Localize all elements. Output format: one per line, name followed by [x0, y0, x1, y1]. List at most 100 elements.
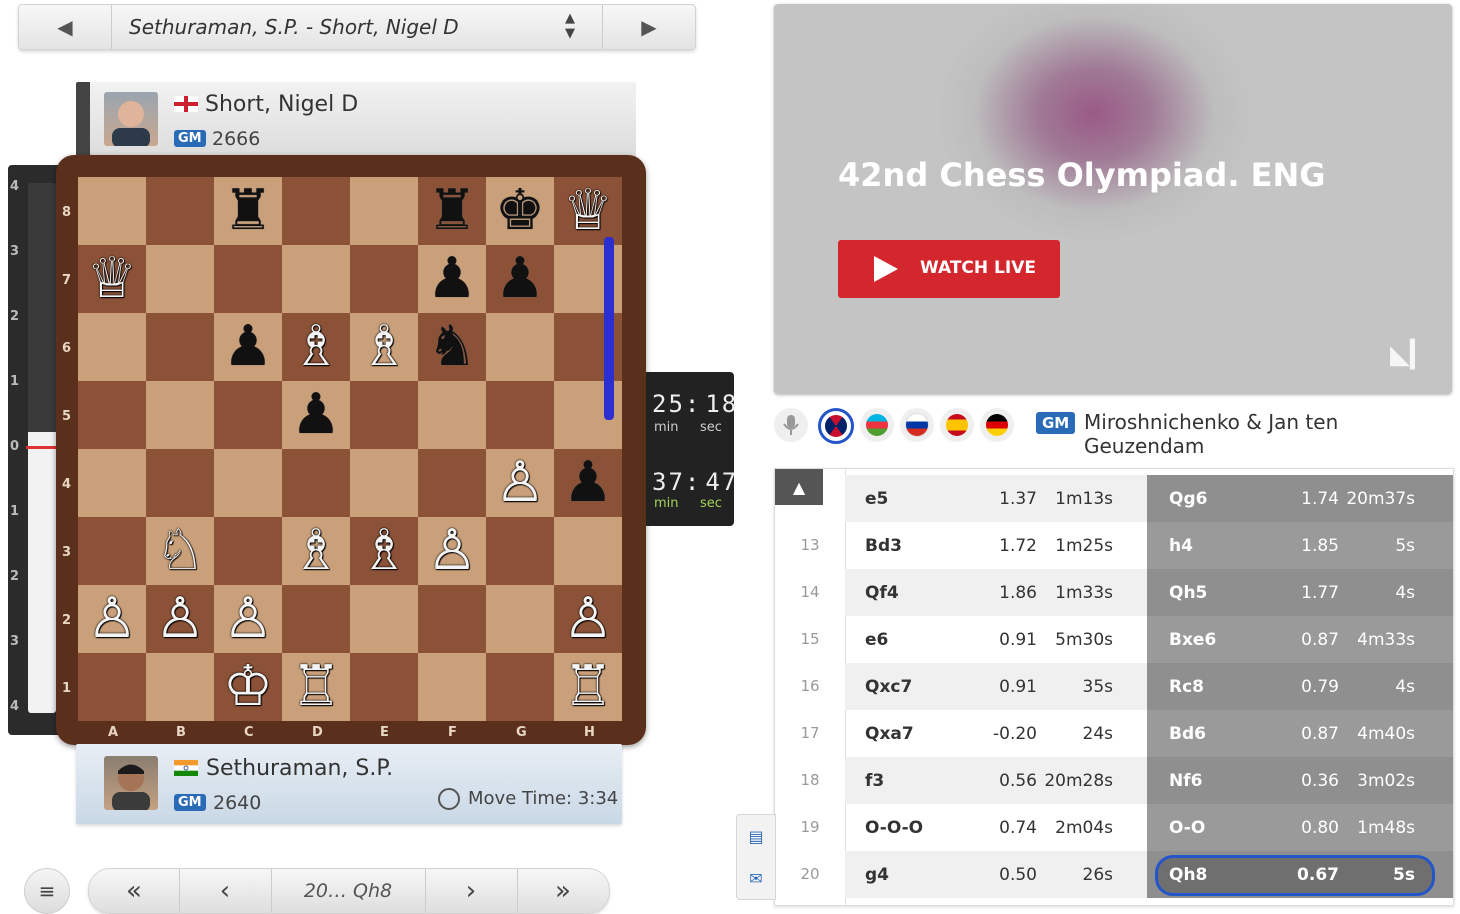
square-d1[interactable]: ♖ [282, 653, 350, 721]
square-b1[interactable] [146, 653, 214, 721]
square-e6[interactable]: ♗ [350, 313, 418, 381]
white-move-cell[interactable]: f3 0.56 20m28s [845, 757, 1147, 804]
square-e7[interactable] [350, 245, 418, 313]
piece-h1[interactable]: ♖ [563, 659, 613, 715]
notation-list-icon[interactable]: ▤ [737, 815, 775, 857]
square-c5[interactable] [214, 381, 282, 449]
black-move-cell[interactable]: h4 1.85 5s [1147, 522, 1453, 569]
square-g2[interactable] [486, 585, 554, 653]
square-g6[interactable] [486, 313, 554, 381]
piece-f8[interactable]: ♜ [427, 183, 477, 239]
piece-d5[interactable]: ♟ [291, 387, 341, 443]
white-move-cell[interactable]: e5 1.37 1m13s [845, 475, 1147, 522]
last-move-button[interactable]: » [517, 869, 609, 913]
square-d5[interactable]: ♟ [282, 381, 350, 449]
next-game-button[interactable]: ▶ [602, 5, 695, 49]
piece-h8[interactable]: ♕ [563, 183, 613, 239]
square-b7[interactable] [146, 245, 214, 313]
sort-updown-icon[interactable]: ▲ ▼ [565, 11, 575, 41]
square-f2[interactable] [418, 585, 486, 653]
piece-c6[interactable]: ♟ [223, 319, 273, 375]
menu-button[interactable]: ≡ [24, 868, 70, 914]
watch-live-button[interactable]: WATCH LIVE [838, 240, 1060, 298]
piece-g4[interactable]: ♙ [495, 455, 545, 511]
square-e8[interactable] [350, 177, 418, 245]
square-g3[interactable] [486, 517, 554, 585]
piece-h2[interactable]: ♙ [563, 591, 613, 647]
white-move-cell[interactable]: Qxa7 -0.20 24s [845, 710, 1147, 757]
black-move-cell[interactable]: Nf6 0.36 3m02s [1147, 757, 1453, 804]
piece-a2[interactable]: ♙ [87, 591, 137, 647]
next-move-button[interactable]: › [425, 869, 518, 913]
square-h4[interactable]: ♟ [554, 449, 622, 517]
square-e2[interactable] [350, 585, 418, 653]
square-d6[interactable]: ♗ [282, 313, 350, 381]
piece-e3[interactable]: ♗ [359, 523, 409, 579]
piece-g7[interactable]: ♟ [495, 251, 545, 307]
square-a1[interactable] [78, 653, 146, 721]
square-d3[interactable]: ♗ [282, 517, 350, 585]
piece-f7[interactable]: ♟ [427, 251, 477, 307]
square-a7[interactable]: ♕ [78, 245, 146, 313]
piece-c1[interactable]: ♔ [223, 659, 273, 715]
piece-g8[interactable]: ♚ [495, 183, 545, 239]
piece-a7[interactable]: ♕ [87, 251, 137, 307]
square-c3[interactable] [214, 517, 282, 585]
square-a3[interactable] [78, 517, 146, 585]
square-g1[interactable] [486, 653, 554, 721]
square-c4[interactable] [214, 449, 282, 517]
piece-f6[interactable]: ♞ [427, 319, 477, 375]
black-move-cell[interactable]: Rc8 0.79 4s [1147, 663, 1453, 710]
scroll-up-button[interactable]: ▲ [775, 469, 823, 505]
chess-board[interactable]: ♜ ♜ ♚ ♕ ♕ ♟ ♟ ♟ ♗ ♗ ♞ ♟ ♙ ♟ ♘ ♗ ♗ ♙ ♙ ♙ ♙ ♙ ♔ ♖ ♖ [78, 177, 622, 721]
square-f5[interactable] [418, 381, 486, 449]
square-d4[interactable] [282, 449, 350, 517]
square-c1[interactable]: ♔ [214, 653, 282, 721]
piece-c8[interactable]: ♜ [223, 183, 273, 239]
square-a2[interactable]: ♙ [78, 585, 146, 653]
square-b5[interactable] [146, 381, 214, 449]
game-selector[interactable]: ◀ Sethuraman, S.P. - Short, Nigel D ▲ ▼ ▶ [18, 4, 696, 50]
piece-d3[interactable]: ♗ [291, 523, 341, 579]
black-move-cell[interactable]: Qh5 1.77 4s [1147, 569, 1453, 616]
russia-flag-icon[interactable] [900, 408, 934, 442]
square-g8[interactable]: ♚ [486, 177, 554, 245]
white-move-cell[interactable]: Bd3 1.72 1m25s [845, 522, 1147, 569]
square-d2[interactable] [282, 585, 350, 653]
square-h2[interactable]: ♙ [554, 585, 622, 653]
piece-d1[interactable]: ♖ [291, 659, 341, 715]
piece-h4[interactable]: ♟ [563, 455, 613, 511]
square-g5[interactable] [486, 381, 554, 449]
piece-c2[interactable]: ♙ [223, 591, 273, 647]
piece-b2[interactable]: ♙ [155, 591, 205, 647]
square-b4[interactable] [146, 449, 214, 517]
square-f6[interactable]: ♞ [418, 313, 486, 381]
square-f1[interactable] [418, 653, 486, 721]
square-c6[interactable]: ♟ [214, 313, 282, 381]
square-e5[interactable] [350, 381, 418, 449]
microphone-icon[interactable] [774, 408, 808, 442]
square-g7[interactable]: ♟ [486, 245, 554, 313]
square-h8[interactable]: ♕ [554, 177, 622, 245]
square-g4[interactable]: ♙ [486, 449, 554, 517]
uk-flag-icon[interactable] [818, 408, 854, 444]
square-c8[interactable]: ♜ [214, 177, 282, 245]
square-b6[interactable] [146, 313, 214, 381]
square-f8[interactable]: ♜ [418, 177, 486, 245]
square-a6[interactable] [78, 313, 146, 381]
square-a5[interactable] [78, 381, 146, 449]
square-a4[interactable] [78, 449, 146, 517]
germany-flag-icon[interactable] [980, 408, 1014, 442]
game-title[interactable]: Sethuraman, S.P. - Short, Nigel D [129, 5, 459, 49]
square-e4[interactable] [350, 449, 418, 517]
square-h1[interactable]: ♖ [554, 653, 622, 721]
square-h3[interactable] [554, 517, 622, 585]
square-c2[interactable]: ♙ [214, 585, 282, 653]
square-b8[interactable] [146, 177, 214, 245]
piece-f3[interactable]: ♙ [427, 523, 477, 579]
square-d8[interactable] [282, 177, 350, 245]
square-b2[interactable]: ♙ [146, 585, 214, 653]
white-move-cell[interactable]: g4 0.50 26s [845, 851, 1147, 898]
square-f7[interactable]: ♟ [418, 245, 486, 313]
spain-flag-icon[interactable] [940, 408, 974, 442]
